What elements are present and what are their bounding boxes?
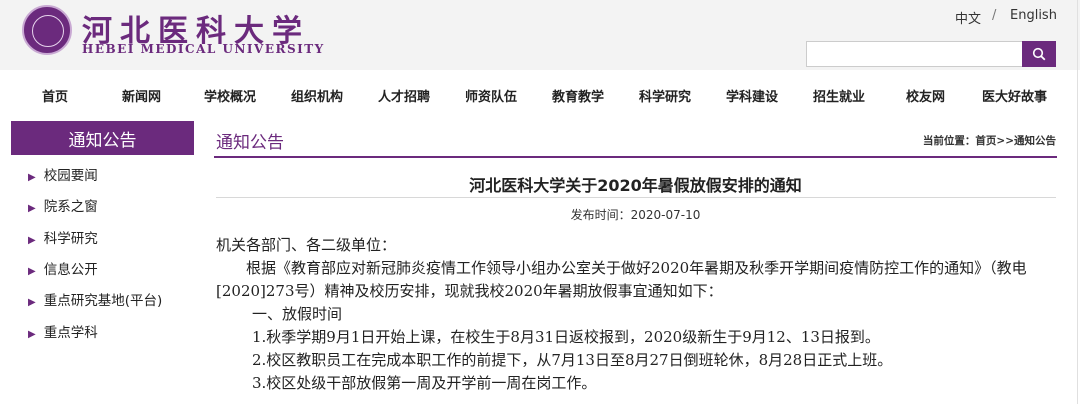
breadcrumb[interactable]: 当前位置：首页>>通知公告 — [923, 133, 1056, 148]
nav-home[interactable]: 首页 — [42, 86, 68, 105]
sidebar-item-departments[interactable]: ▶ 院系之窗 — [28, 195, 98, 215]
nav-discipline[interactable]: 学科建设 — [726, 86, 778, 105]
section-divider — [214, 156, 1057, 158]
site-header: 河北医科大学 HEBEI MEDICAL UNIVERSITY 中文 / Eng… — [0, 0, 1080, 70]
nav-admission[interactable]: 招生就业 — [813, 86, 865, 105]
nav-overview[interactable]: 学校概况 — [204, 86, 256, 105]
nav-alumni[interactable]: 校友网 — [906, 86, 945, 105]
article-salutation: 机关各部门、各二级单位： — [216, 236, 397, 254]
main-nav: 首页 新闻网 学校概况 组织机构 人才招聘 师资队伍 教育教学 科学研究 学科建… — [0, 74, 1080, 114]
publish-time: 发布时间：2020-07-10 — [570, 208, 701, 222]
page-border — [1077, 0, 1078, 404]
nav-faculty[interactable]: 师资队伍 — [465, 86, 517, 105]
search-input[interactable] — [806, 41, 1022, 67]
nav-stories[interactable]: 医大好故事 — [982, 86, 1047, 105]
sidebar-item-label: 重点学科 — [43, 325, 98, 341]
triangle-right-icon: ▶ — [28, 329, 36, 340]
triangle-right-icon: ▶ — [28, 172, 36, 183]
article-title: 河北医科大学关于2020年暑假放假安排的通知 — [469, 176, 802, 195]
search-icon — [1032, 47, 1046, 61]
nav-organization[interactable]: 组织机构 — [291, 86, 343, 105]
triangle-right-icon: ▶ — [28, 235, 36, 246]
article-heading: 一、放假时间 — [252, 305, 343, 323]
lang-chinese-link[interactable]: 中文 — [955, 8, 981, 27]
nav-recruitment[interactable]: 人才招聘 — [378, 86, 430, 105]
nav-research[interactable]: 科学研究 — [639, 86, 691, 105]
sidebar-item-key-disciplines[interactable]: ▶ 重点学科 — [28, 321, 98, 341]
logo-english-name[interactable]: HEBEI MEDICAL UNIVERSITY — [82, 42, 325, 56]
lang-separator: / — [992, 8, 997, 23]
sidebar-item-label: 院系之窗 — [43, 199, 98, 215]
sidebar-title: 通知公告 — [11, 121, 194, 155]
triangle-right-icon: ▶ — [28, 266, 36, 277]
university-seal-logo[interactable] — [22, 5, 72, 55]
sidebar-item-label: 科学研究 — [43, 231, 98, 247]
sidebar-item-info-disclosure[interactable]: ▶ 信息公开 — [28, 258, 98, 278]
sidebar-item-campus-news[interactable]: ▶ 校园要闻 — [28, 164, 98, 184]
search-button[interactable] — [1022, 41, 1056, 67]
nav-news[interactable]: 新闻网 — [122, 86, 161, 105]
section-title: 通知公告 — [216, 133, 284, 153]
lang-english-link[interactable]: English — [1010, 8, 1057, 23]
nav-education[interactable]: 教育教学 — [552, 86, 604, 105]
sidebar-item-label: 信息公开 — [43, 262, 98, 278]
article-item: 3.校区处级干部放假第一周及开学前一周在岗工作。 — [252, 374, 597, 392]
sidebar-item-research[interactable]: ▶ 科学研究 — [28, 227, 98, 247]
article-item: 1.秋季学期9月1日开始上课，在校生于8月31日返校报到，2020级新生于9月1… — [252, 328, 880, 346]
sidebar-item-label: 重点研究基地(平台) — [43, 293, 163, 309]
article-paragraph: 根据《教育部应对新冠肺炎疫情工作领导小组办公室关于做好2020年暑期及秋季开学期… — [216, 259, 1027, 300]
triangle-right-icon: ▶ — [28, 297, 36, 308]
sidebar-item-research-bases[interactable]: ▶ 重点研究基地(平台) — [28, 289, 162, 309]
sidebar-item-label: 校园要闻 — [43, 168, 98, 184]
article-item: 2.校区教职员工在完成本职工作的前提下，从7月13日至8月27日倒班轮休，8月2… — [252, 351, 893, 369]
article-divider — [216, 197, 1056, 198]
triangle-right-icon: ▶ — [28, 203, 36, 214]
